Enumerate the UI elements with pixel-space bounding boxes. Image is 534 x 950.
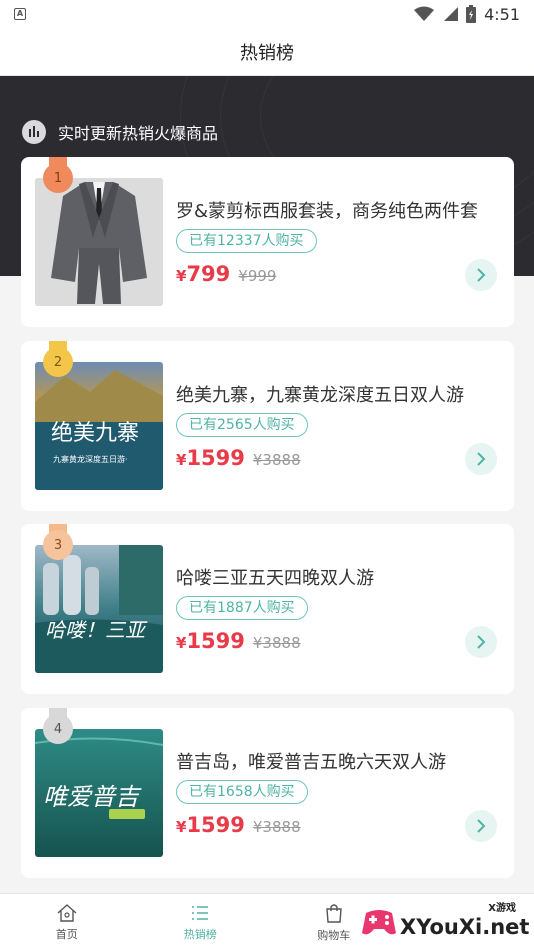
watermark-small-text: X游戏 xyxy=(488,903,516,914)
price-row: ¥799 ¥999 xyxy=(176,262,276,286)
status-bar: A 4:51 xyxy=(0,0,534,28)
open-product-button[interactable] xyxy=(465,443,497,475)
open-product-button[interactable] xyxy=(465,626,497,658)
nav-item-bestsellers[interactable]: 热销榜 xyxy=(134,894,268,950)
product-name: 绝美九寨，九寨黄龙深度五日双人游 xyxy=(176,385,464,406)
product-card-2[interactable]: 绝美九寨 九寨黄龙深度五日游· 2 绝美九寨，九寨黄龙深度五日双人游 已有256… xyxy=(21,341,514,511)
product-image-2: 绝美九寨 九寨黄龙深度五日游· xyxy=(35,362,163,490)
current-price: ¥1599 xyxy=(176,629,245,653)
sold-count-badge: 已有2565人购买 xyxy=(176,413,308,437)
hero-heading: 实时更新热销火爆商品 xyxy=(22,120,218,144)
image-caption: 哈喽！三亚 xyxy=(45,618,148,642)
list-icon xyxy=(192,905,209,920)
product-name: 罗&蒙剪标西服套装，商务纯色两件套 xyxy=(176,201,479,222)
price-row: ¥1599 ¥3888 xyxy=(176,813,301,837)
original-price: ¥3888 xyxy=(252,818,301,836)
product-name: 普吉岛，唯爱普吉五晚六天双人游 xyxy=(176,752,446,773)
app-notification-icon: A xyxy=(14,8,26,20)
watermark: X游戏 XYouXi.net xyxy=(358,893,530,950)
rank-medal-3: 3 xyxy=(41,524,75,560)
screen: A 4:51 热销榜 实时更新热销火爆商品 1 罗&蒙剪标西服套装，商务纯色两件… xyxy=(0,0,534,950)
original-price: ¥3888 xyxy=(252,451,301,469)
rank-medal-4: 4 xyxy=(41,708,75,744)
rank-number: 2 xyxy=(43,347,73,377)
nav-label: 购物车 xyxy=(317,928,351,942)
signal-icon xyxy=(444,7,459,21)
product-image-1 xyxy=(35,178,163,306)
product-card-4[interactable]: 唯爱普吉 4 普吉岛，唯爱普吉五晚六天双人游 已有1658人购买 ¥1599 ¥… xyxy=(21,708,514,878)
current-price: ¥799 xyxy=(176,262,231,286)
chevron-right-icon xyxy=(477,268,486,282)
open-product-button[interactable] xyxy=(465,810,497,842)
current-price: ¥1599 xyxy=(176,813,245,837)
battery-icon xyxy=(466,5,477,23)
image-caption: 绝美九寨 xyxy=(51,421,139,446)
rank-number: 1 xyxy=(43,163,73,193)
sold-count-badge: 已有1658人购买 xyxy=(176,780,308,804)
gamepad-logo-icon xyxy=(362,910,396,935)
image-caption: 唯爱普吉 xyxy=(43,783,142,811)
image-subcaption: 九寨黄龙深度五日游· xyxy=(53,454,128,464)
watermark-brand: XYouXi.net xyxy=(400,915,530,939)
shopping-bag-icon xyxy=(325,903,342,923)
open-product-button[interactable] xyxy=(465,259,497,291)
sold-count-badge: 已有12337人购买 xyxy=(176,229,317,253)
rank-number: 3 xyxy=(43,530,73,560)
page-title: 热销榜 xyxy=(240,42,294,64)
product-card-1[interactable]: 1 罗&蒙剪标西服套装，商务纯色两件套 已有12337人购买 ¥799 ¥999 xyxy=(21,157,514,327)
rank-medal-1: 1 xyxy=(41,157,75,193)
sold-count-badge: 已有1887人购买 xyxy=(176,596,308,620)
nav-item-home[interactable]: 首页 xyxy=(0,894,134,950)
wifi-icon xyxy=(414,6,435,21)
rank-number: 4 xyxy=(43,714,73,744)
hero-text: 实时更新热销火爆商品 xyxy=(58,124,219,143)
nav-label: 首页 xyxy=(55,927,78,941)
current-price: ¥1599 xyxy=(176,446,245,470)
original-price: ¥999 xyxy=(238,267,277,285)
product-name: 哈喽三亚五天四晚双人游 xyxy=(176,568,374,589)
nav-label: 热销榜 xyxy=(183,927,217,941)
product-image-4: 唯爱普吉 xyxy=(35,729,163,857)
price-row: ¥1599 ¥3888 xyxy=(176,629,301,653)
status-time: 4:51 xyxy=(484,4,520,24)
original-price: ¥3888 xyxy=(252,634,301,652)
product-image-3: 哈喽！三亚 xyxy=(35,545,163,673)
chevron-right-icon xyxy=(477,635,486,649)
chevron-right-icon xyxy=(477,452,486,466)
price-row: ¥1599 ¥3888 xyxy=(176,446,301,470)
chevron-right-icon xyxy=(477,819,486,833)
title-bar: 热销榜 xyxy=(0,28,534,76)
home-icon xyxy=(57,903,77,922)
product-card-3[interactable]: 哈喽！三亚 3 哈喽三亚五天四晚双人游 已有1887人购买 ¥1599 ¥388… xyxy=(21,524,514,694)
bar-chart-icon xyxy=(22,120,46,144)
rank-medal-2: 2 xyxy=(41,341,75,377)
